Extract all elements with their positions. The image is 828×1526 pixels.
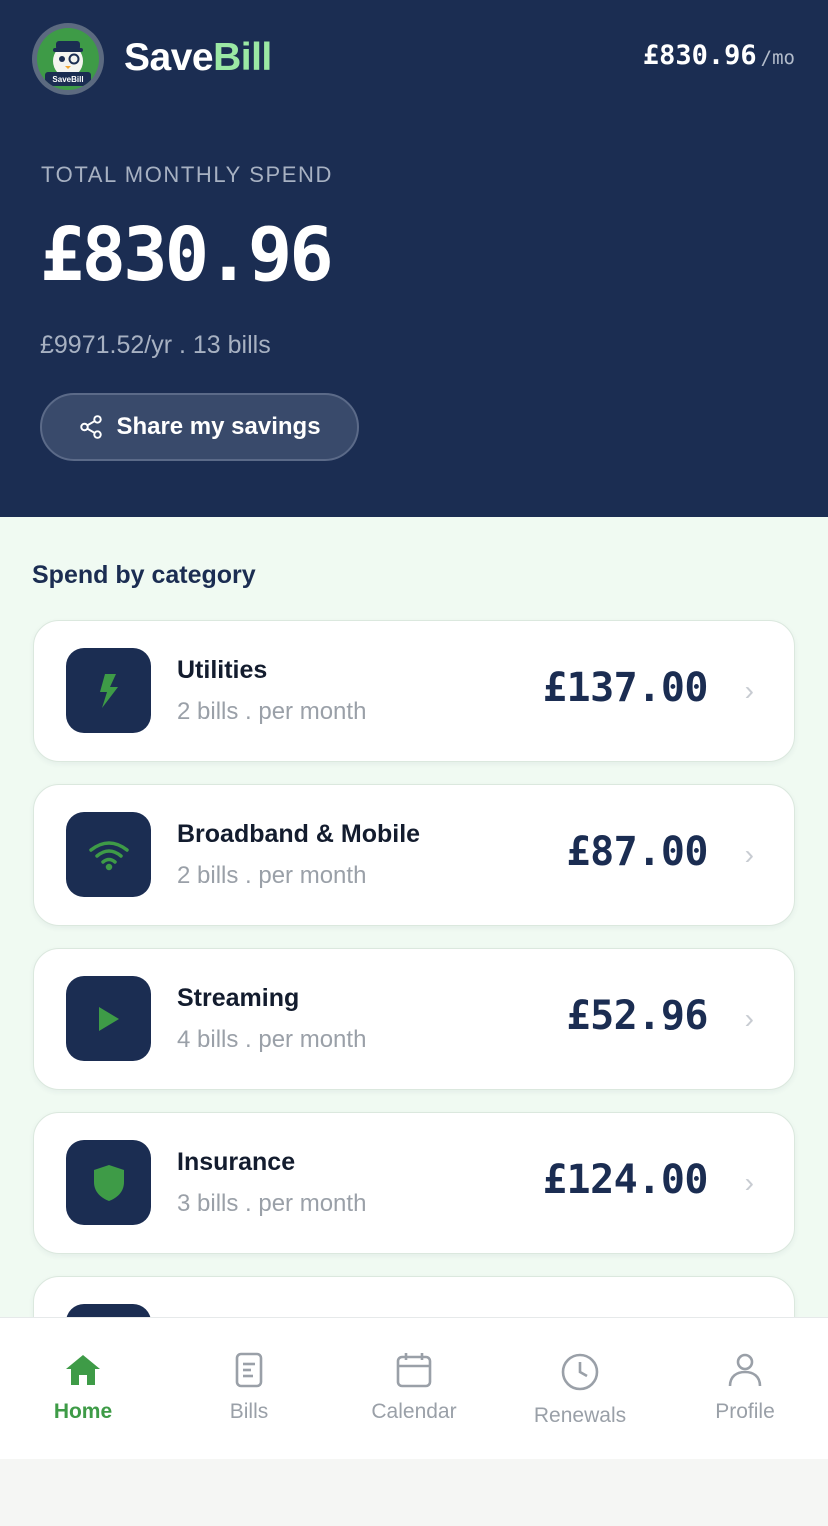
brand-name: SaveBill: [124, 36, 272, 80]
section-title: Spend by category: [32, 561, 256, 589]
category-icon-partial: [66, 1304, 151, 1317]
bottom-navigation: Home Bills Calendar Renewals Profile: [0, 1317, 828, 1459]
category-subtitle: 2 bills . per month: [177, 698, 367, 725]
lightning-icon: [66, 648, 151, 733]
category-card-insurance[interactable]: Insurance 3 bills . per month £124.00 ›: [33, 1112, 795, 1254]
nav-bills[interactable]: Bills: [166, 1318, 332, 1460]
nav-calendar[interactable]: Calendar: [331, 1318, 497, 1460]
nav-renewals[interactable]: Renewals: [497, 1318, 663, 1460]
shield-icon: [66, 1140, 151, 1225]
nav-label: Home: [53, 1400, 113, 1423]
category-amount: £137.00: [542, 665, 709, 711]
chevron-right-icon: ›: [744, 839, 754, 870]
nav-home[interactable]: Home: [0, 1318, 166, 1460]
clock-icon: [561, 1353, 599, 1391]
wifi-icon: [66, 812, 151, 897]
nav-profile[interactable]: Profile: [662, 1318, 828, 1460]
brand-name-part2: Bill: [213, 36, 272, 79]
category-subtitle: 4 bills . per month: [177, 1026, 367, 1053]
category-card-partial[interactable]: [33, 1276, 795, 1317]
category-name: Insurance: [177, 1148, 296, 1176]
category-card-streaming[interactable]: Streaming 4 bills . per month £52.96 ›: [33, 948, 795, 1090]
header-amount-unit: /mo: [760, 47, 795, 69]
category-subtitle: 2 bills . per month: [177, 862, 367, 889]
total-spend-value: £830.96: [40, 212, 334, 298]
chevron-right-icon: ›: [744, 675, 754, 706]
header-monthly-amount: £830.96/mo: [643, 40, 795, 71]
category-name: Broadband & Mobile: [177, 820, 421, 848]
logo-mascot-icon: SaveBill: [37, 28, 99, 90]
share-savings-label: Share my savings: [116, 413, 321, 440]
nav-label: Renewals: [533, 1404, 627, 1427]
nav-label: Profile: [715, 1400, 775, 1423]
app-logo[interactable]: SaveBill: [32, 23, 104, 95]
category-amount: £124.00: [542, 1157, 709, 1203]
chevron-right-icon: ›: [744, 1003, 754, 1034]
yearly-summary: £9971.52/yr . 13 bills: [40, 331, 271, 359]
header-amount-value: £830.96: [642, 40, 757, 71]
nav-label: Calendar: [371, 1400, 457, 1423]
home-icon: [66, 1355, 100, 1385]
play-icon: [66, 976, 151, 1061]
brand-name-part1: Save: [124, 36, 214, 79]
category-name: Utilities: [177, 656, 268, 684]
category-card-utilities[interactable]: Utilities 2 bills . per month £137.00 ›: [33, 620, 795, 762]
category-amount: £52.96: [566, 993, 709, 1039]
category-amount: £87.00: [566, 829, 709, 875]
share-savings-button[interactable]: Share my savings: [40, 393, 359, 461]
category-subtitle: 3 bills . per month: [177, 1190, 367, 1217]
header-panel: SaveBill SaveBill £830.96/mo TOTAL MONTH…: [0, 0, 828, 517]
share-icon: [80, 415, 103, 439]
document-icon: [235, 1352, 263, 1388]
category-section: Spend by category Utilities 2 bills . pe…: [0, 517, 828, 1317]
calendar-icon: [396, 1353, 432, 1388]
category-card-broadband-mobile[interactable]: Broadband & Mobile 2 bills . per month £…: [33, 784, 795, 926]
nav-label: Bills: [229, 1400, 269, 1423]
chevron-right-icon: ›: [744, 1167, 754, 1198]
logo-text: SaveBill: [52, 75, 84, 84]
category-name: Streaming: [177, 984, 300, 1012]
person-icon: [728, 1353, 762, 1387]
total-spend-label: TOTAL MONTHLY SPEND: [41, 162, 334, 187]
